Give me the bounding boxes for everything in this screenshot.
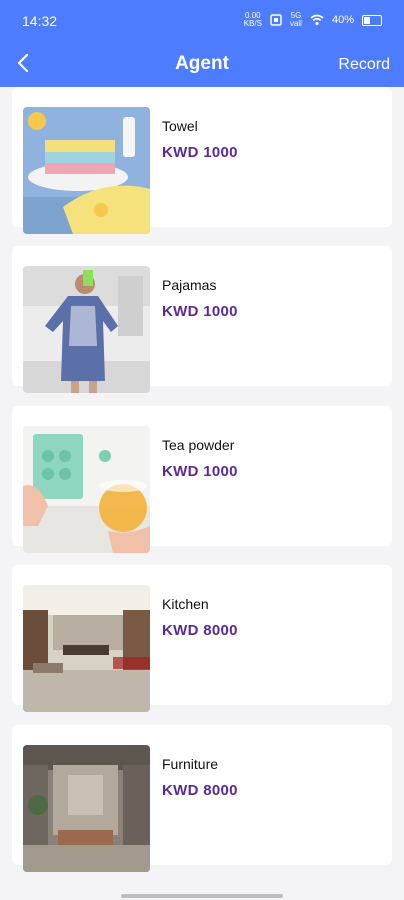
home-indicator[interactable] — [121, 894, 283, 898]
tea-powder-image — [23, 426, 150, 553]
wifi-icon — [310, 14, 324, 26]
product-price: KWD 8000 — [162, 622, 238, 639]
status-bar: 14:32 0.00 KB/S 5G vall 40% — [0, 0, 404, 40]
record-button[interactable]: Record — [338, 56, 390, 74]
network-speed: 0.00 KB/S — [243, 11, 262, 28]
product-price: KWD 8000 — [162, 782, 238, 799]
status-icons: 0.00 KB/S 5G vall 40% — [244, 12, 382, 28]
product-price: KWD 1000 — [162, 463, 238, 480]
product-name: Tea powder — [162, 437, 235, 453]
product-card-tea-powder[interactable]: Tea powder KWD 1000 — [12, 406, 392, 553]
product-card-furniture[interactable]: Furniture KWD 8000 — [12, 725, 392, 872]
product-price: KWD 1000 — [162, 144, 238, 161]
product-card-towel[interactable]: Towel KWD 1000 — [12, 87, 392, 234]
kitchen-image — [23, 585, 150, 712]
signal-label: 5G vall — [289, 11, 302, 28]
pajamas-image — [23, 266, 150, 393]
product-price: KWD 1000 — [162, 303, 238, 320]
product-name: Pajamas — [162, 277, 217, 293]
status-time: 14:32 — [22, 13, 58, 29]
furniture-image — [23, 745, 150, 872]
battery-icon — [362, 14, 382, 26]
product-card-pajamas[interactable]: Pajamas KWD 1000 — [12, 246, 392, 393]
product-name: Towel — [162, 118, 198, 134]
towel-image — [23, 107, 150, 234]
product-name: Furniture — [162, 756, 219, 772]
app-header: Agent Record — [0, 40, 404, 87]
battery-percent: 40% — [331, 14, 354, 26]
product-name: Kitchen — [162, 596, 209, 612]
sim-icon — [270, 14, 282, 26]
product-card-kitchen[interactable]: Kitchen KWD 8000 — [12, 565, 392, 712]
